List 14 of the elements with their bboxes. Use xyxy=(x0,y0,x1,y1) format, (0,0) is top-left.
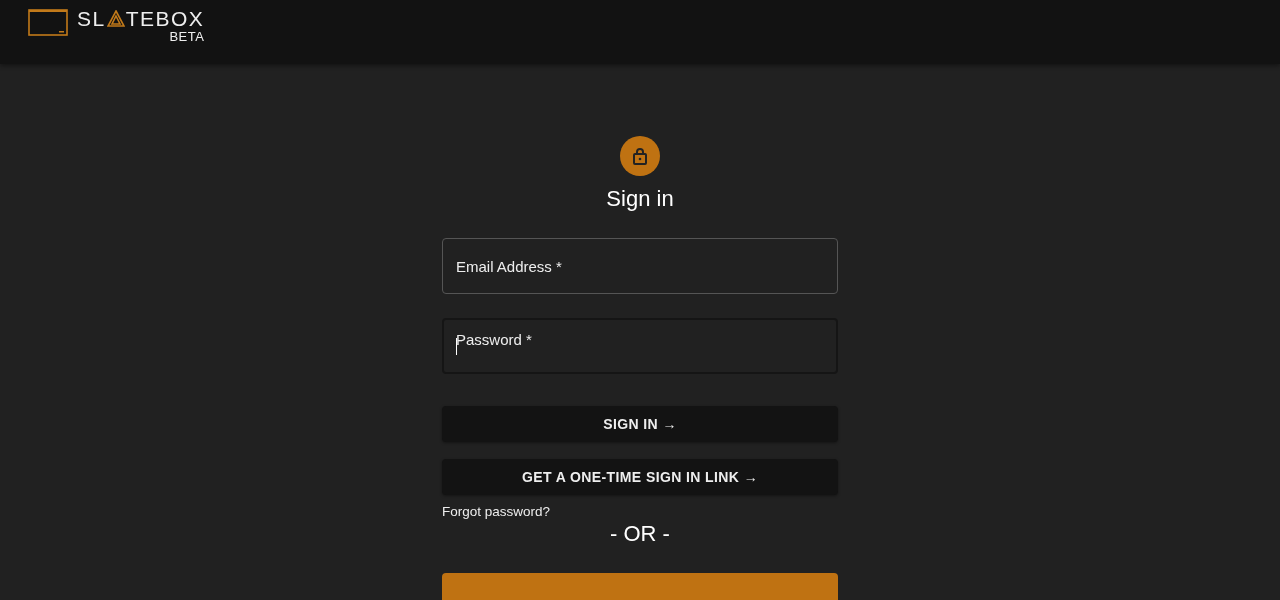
input-field[interactable]: Email Address * xyxy=(442,238,838,294)
sign-in-button[interactable] xyxy=(442,573,838,600)
lock-icon xyxy=(620,136,660,176)
divider-text: - OR - xyxy=(610,521,670,547)
forgot-password-link[interactable]: Forgot password? xyxy=(442,504,551,519)
logo-text: SL xyxy=(77,7,106,30)
input-field[interactable]: Password * xyxy=(442,318,838,374)
logo-text: TEBOX xyxy=(125,7,205,30)
beta-label: BETA xyxy=(169,29,205,43)
action-button[interactable]: GET A ONE-TIME SIGN IN LINK → xyxy=(442,459,838,495)
page-title: Sign in xyxy=(606,186,674,212)
monitor-icon xyxy=(28,8,68,36)
action-button[interactable]: SIGN IN → xyxy=(442,406,838,442)
triangle-icon xyxy=(106,10,125,27)
